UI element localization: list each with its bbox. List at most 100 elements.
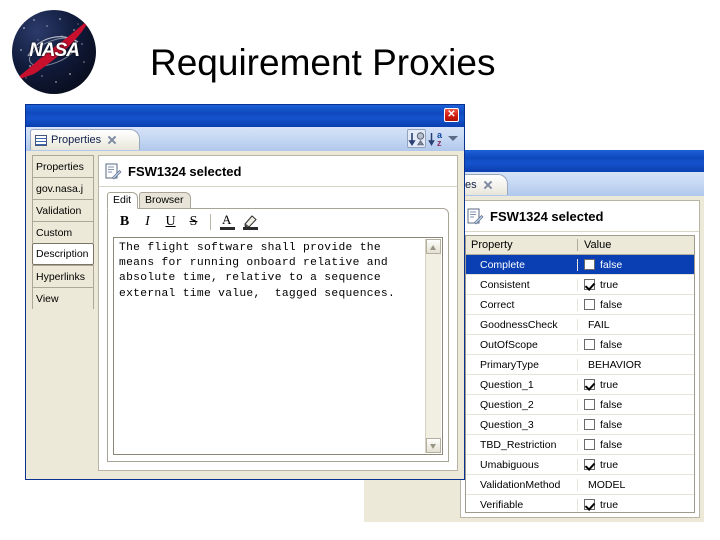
table-row[interactable]: Correct false bbox=[466, 295, 694, 315]
cell-property: TBD_Restriction bbox=[466, 438, 578, 451]
rich-text-editor[interactable]: B I U S A The flight software shall prov… bbox=[107, 208, 449, 462]
requirement-document-icon bbox=[105, 163, 122, 180]
back-view-tab-properties[interactable]: es bbox=[460, 174, 508, 195]
logo-wordmark: NASA bbox=[29, 40, 80, 61]
checkbox-icon[interactable] bbox=[584, 339, 595, 350]
bold-button[interactable]: B bbox=[114, 212, 135, 233]
cell-value[interactable]: false bbox=[578, 339, 694, 351]
scroll-down-button[interactable] bbox=[426, 438, 441, 453]
side-tab-custom[interactable]: Custom bbox=[32, 221, 94, 243]
close-window-button[interactable]: ✕ bbox=[444, 108, 459, 122]
cell-value[interactable]: false bbox=[578, 419, 694, 431]
checkbox-icon[interactable] bbox=[584, 439, 595, 450]
cell-property: Question_1 bbox=[466, 378, 578, 391]
side-tab-properties[interactable]: Properties bbox=[32, 155, 94, 177]
highlight-color-button[interactable] bbox=[240, 212, 261, 233]
editor-tab-label: Browser bbox=[145, 194, 184, 206]
side-tab-validation[interactable]: Validation bbox=[32, 199, 94, 221]
scroll-up-button[interactable] bbox=[426, 239, 441, 254]
table-row[interactable]: TBD_Restriction false bbox=[466, 435, 694, 455]
sort-letter-z: z bbox=[437, 138, 442, 148]
table-row[interactable]: Consistent true bbox=[466, 275, 694, 295]
cell-property: ValidationMethod bbox=[466, 478, 578, 491]
cell-value-label: true bbox=[600, 278, 619, 291]
table-row[interactable]: ValidationMethod MODEL bbox=[466, 475, 694, 495]
vertical-scrollbar[interactable] bbox=[425, 239, 441, 453]
toolbar-separator bbox=[210, 214, 211, 230]
front-panel-title: FSW1324 selected bbox=[128, 163, 242, 179]
close-icon[interactable] bbox=[107, 135, 117, 145]
view-menu-button[interactable] bbox=[447, 130, 460, 148]
editor-tab-edit[interactable]: Edit bbox=[107, 192, 139, 209]
description-textarea[interactable]: The flight software shall provide the me… bbox=[113, 237, 443, 455]
table-row[interactable]: Complete false bbox=[466, 255, 694, 275]
cell-value-label: false bbox=[600, 258, 623, 271]
side-tab-label: Properties bbox=[36, 160, 84, 173]
side-tab-label: View bbox=[36, 292, 59, 305]
cell-value[interactable]: true bbox=[578, 499, 694, 511]
formatting-toolbar: B I U S A bbox=[108, 209, 448, 235]
side-tab-gov-nasa-j[interactable]: gov.nasa.j bbox=[32, 177, 94, 199]
checkbox-icon[interactable] bbox=[584, 419, 595, 430]
checkbox-icon[interactable] bbox=[584, 459, 595, 470]
cell-value[interactable]: true bbox=[578, 459, 694, 471]
cell-value[interactable]: true bbox=[578, 279, 694, 291]
cell-value[interactable]: false bbox=[578, 299, 694, 311]
side-tab-label: Description bbox=[36, 248, 89, 260]
table-row[interactable]: Umabiguous true bbox=[466, 455, 694, 475]
table-row[interactable]: GoodnessCheck FAIL bbox=[466, 315, 694, 335]
front-properties-window[interactable]: ✕ Properties a z Properties gov.nasa.j V… bbox=[26, 105, 464, 479]
checkbox-icon[interactable] bbox=[584, 299, 595, 310]
editor-tab-browser[interactable]: Browser bbox=[139, 192, 191, 209]
italic-button[interactable]: I bbox=[137, 212, 158, 233]
cell-property: Umabiguous bbox=[466, 458, 578, 471]
view-tab-label: Properties bbox=[51, 134, 102, 146]
cell-value-label: false bbox=[600, 338, 623, 351]
checkbox-icon[interactable] bbox=[584, 499, 595, 510]
logo-sphere: NASA bbox=[12, 10, 96, 94]
cell-property: PrimaryType bbox=[466, 358, 578, 371]
cell-value[interactable]: false bbox=[578, 439, 694, 451]
cell-value[interactable]: true bbox=[578, 379, 694, 391]
back-panel: FSW1324 selected Property Value Complete… bbox=[460, 200, 700, 518]
table-row[interactable]: Question_3 false bbox=[466, 415, 694, 435]
checkbox-icon[interactable] bbox=[584, 399, 595, 410]
side-tab-list: Properties gov.nasa.j Validation Custom Desc… bbox=[32, 155, 94, 309]
checkbox-icon[interactable] bbox=[584, 259, 595, 270]
cell-value-label: true bbox=[600, 378, 619, 391]
cell-value[interactable]: MODEL bbox=[578, 479, 694, 491]
cell-value[interactable]: FAIL bbox=[578, 319, 694, 331]
cell-value[interactable]: false bbox=[578, 399, 694, 411]
table-row[interactable]: Question_2 false bbox=[466, 395, 694, 415]
side-tab-description[interactable]: Description bbox=[32, 243, 94, 265]
side-tab-hyperlinks[interactable]: Hyperlinks bbox=[32, 265, 94, 287]
strikethrough-button[interactable]: S bbox=[183, 212, 204, 233]
editor-tab-strip: Edit Browser bbox=[107, 192, 449, 209]
table-row[interactable]: OutOfScope false bbox=[466, 335, 694, 355]
table-row[interactable]: PrimaryType BEHAVIOR bbox=[466, 355, 694, 375]
cell-value[interactable]: BEHAVIOR bbox=[578, 359, 694, 371]
underline-button[interactable]: U bbox=[160, 212, 181, 233]
properties-table[interactable]: Property Value Complete false Consistent tr… bbox=[465, 235, 695, 513]
checkbox-icon[interactable] bbox=[584, 279, 595, 290]
front-view-body: Properties gov.nasa.j Validation Custom Desc… bbox=[26, 151, 464, 473]
font-color-button[interactable]: A bbox=[217, 212, 238, 233]
front-window-titlebar[interactable]: ✕ bbox=[26, 105, 464, 128]
cell-value[interactable]: false bbox=[578, 259, 694, 271]
front-panel-header: FSW1324 selected bbox=[99, 156, 457, 187]
sort-alphabetically-button[interactable]: a z bbox=[427, 129, 446, 148]
checkbox-icon[interactable] bbox=[584, 379, 595, 390]
sort-by-category-button[interactable] bbox=[407, 129, 426, 148]
font-color-swatch bbox=[220, 226, 235, 230]
table-row[interactable]: Verifiable true bbox=[466, 495, 694, 512]
table-header-row: Property Value bbox=[466, 236, 694, 255]
close-icon[interactable] bbox=[483, 180, 493, 190]
side-tab-view[interactable]: View bbox=[32, 287, 94, 309]
view-tab-properties[interactable]: Properties bbox=[30, 129, 140, 150]
side-tab-label: Hyperlinks bbox=[36, 270, 86, 283]
table-row[interactable]: Question_1 true bbox=[466, 375, 694, 395]
column-header-property: Property bbox=[466, 239, 578, 251]
nasa-meatball-logo: NASA bbox=[12, 10, 96, 94]
editor-tab-label: Edit bbox=[113, 194, 132, 206]
front-view-tab-strip: Properties a z bbox=[26, 127, 464, 151]
